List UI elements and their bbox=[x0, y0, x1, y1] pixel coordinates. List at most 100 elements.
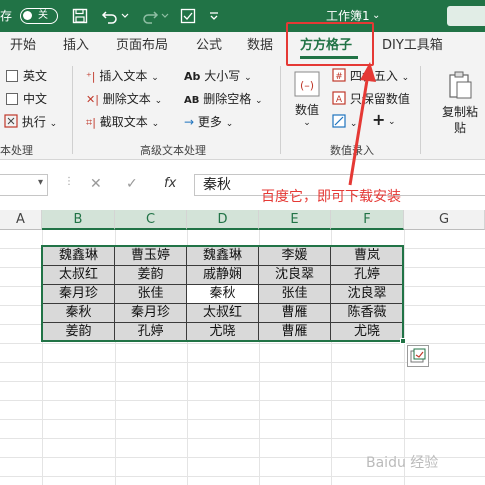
search-box[interactable] bbox=[447, 6, 485, 26]
name-box-dropdown-icon[interactable]: ▾ bbox=[38, 177, 43, 188]
plus-icon[interactable]: + bbox=[372, 112, 385, 128]
active-cell[interactable]: 秦秋 bbox=[187, 285, 259, 304]
execute-label: 执行 bbox=[21, 115, 46, 129]
tab-formulas[interactable]: 公式 bbox=[196, 32, 222, 60]
table-cell[interactable]: 曹岚 bbox=[331, 247, 404, 266]
column-header-e[interactable]: E bbox=[259, 210, 331, 230]
custom-app-icon[interactable] bbox=[178, 6, 198, 26]
case-icon: Ab bbox=[184, 70, 201, 83]
table-cell[interactable]: 沈良翠 bbox=[259, 266, 331, 285]
execute-icon bbox=[4, 114, 18, 128]
table-cell[interactable]: 孔婷 bbox=[331, 266, 404, 285]
table-cell[interactable]: 曹雁 bbox=[259, 323, 331, 342]
svg-text:(–): (–) bbox=[300, 79, 314, 92]
column-header-d[interactable]: D bbox=[187, 210, 259, 230]
tab-page-layout[interactable]: 页面布局 bbox=[116, 32, 168, 60]
execute-dropdown-icon: ⌄ bbox=[49, 119, 58, 129]
insert-text-button[interactable]: ⁺| 插入文本 ⌄ bbox=[86, 68, 159, 86]
name-box[interactable]: ▾ bbox=[0, 174, 48, 196]
round-label: 四舍五入 bbox=[349, 69, 398, 83]
table-cell[interactable]: 张佳 bbox=[115, 285, 187, 304]
column-header-g[interactable]: G bbox=[404, 210, 485, 230]
quick-analysis-button[interactable] bbox=[407, 345, 429, 367]
table-cell[interactable]: 魏鑫琳 bbox=[187, 247, 259, 266]
table-cell[interactable]: 曹雁 bbox=[259, 304, 331, 323]
chinese-checkbox[interactable] bbox=[6, 93, 18, 105]
save-icon[interactable] bbox=[70, 6, 90, 26]
annotation-text: 百度它，即可下载安装 bbox=[261, 189, 401, 205]
table-cell[interactable]: 秦月珍 bbox=[115, 304, 187, 323]
grid-hline bbox=[0, 438, 485, 439]
tab-diy-toolbox[interactable]: DIY工具箱 bbox=[382, 32, 443, 60]
title-bar: 存 关 工作簿1 ⌄ bbox=[0, 0, 485, 32]
numeric-dropdown-icon: ⌄ bbox=[303, 118, 311, 128]
extract-text-icon: ⌗| bbox=[86, 116, 96, 129]
qat-more-icon[interactable] bbox=[204, 6, 224, 26]
table-cell[interactable]: 李媛 bbox=[259, 247, 331, 266]
table-cell[interactable]: 太叔红 bbox=[187, 304, 259, 323]
grid-vline bbox=[404, 230, 405, 485]
column-header-f[interactable]: F bbox=[331, 210, 404, 230]
table-cell[interactable]: 秦秋 bbox=[43, 304, 115, 323]
numeric-icon: (–) bbox=[294, 71, 320, 97]
numeric-button[interactable]: (–) 数值 ⌄ bbox=[290, 70, 324, 134]
insert-text-dropdown-icon: ⌄ bbox=[151, 73, 159, 83]
round-button[interactable]: # 四舍五入 ⌄ bbox=[332, 68, 409, 86]
table-cell[interactable]: 魏鑫琳 bbox=[43, 247, 115, 266]
keep-values-icon: A bbox=[332, 91, 346, 105]
case-dropdown-icon: ⌄ bbox=[244, 73, 252, 83]
delete-text-label: 删除文本 bbox=[102, 92, 151, 106]
confirm-icon[interactable]: ✓ bbox=[126, 176, 138, 192]
undo-dropdown-icon[interactable] bbox=[120, 6, 130, 26]
table-cell[interactable]: 曹玉婷 bbox=[115, 247, 187, 266]
table-cell[interactable]: 姜韵 bbox=[43, 323, 115, 342]
english-label: 英文 bbox=[23, 69, 48, 83]
quick-analysis-icon bbox=[410, 348, 426, 363]
table-cell[interactable]: 姜韵 bbox=[115, 266, 187, 285]
table-cell[interactable]: 太叔红 bbox=[43, 266, 115, 285]
table-cell[interactable]: 张佳 bbox=[259, 285, 331, 304]
column-header-b[interactable]: B bbox=[42, 210, 115, 230]
copy-paste-button[interactable]: 复制粘 贴 bbox=[438, 70, 482, 136]
copy-paste-label-1: 复制粘 bbox=[441, 105, 478, 119]
tab-data[interactable]: 数据 bbox=[247, 32, 273, 60]
extract-text-button[interactable]: ⌗| 截取文本 ⌄ bbox=[86, 114, 159, 132]
more-label: 更多 bbox=[197, 115, 222, 129]
table-cell[interactable]: 尤晓 bbox=[331, 323, 404, 342]
insert-function-icon[interactable]: fx bbox=[164, 176, 176, 191]
tab-insert[interactable]: 插入 bbox=[63, 32, 89, 60]
table-cell[interactable]: 尤晓 bbox=[187, 323, 259, 342]
table-cell[interactable]: 陈香薇 bbox=[331, 304, 404, 323]
column-header-a[interactable]: A bbox=[0, 210, 42, 230]
number-tools-icon bbox=[332, 114, 346, 128]
autosave-toggle[interactable]: 关 bbox=[20, 8, 58, 24]
table-cell[interactable]: 秦月珍 bbox=[43, 285, 115, 304]
grid-hline bbox=[0, 400, 485, 401]
delete-text-button[interactable]: ✕| 删除文本 ⌄ bbox=[86, 91, 162, 109]
plus-dropdown-icon[interactable]: ⌄ bbox=[388, 114, 396, 130]
redo-dropdown-icon[interactable] bbox=[160, 6, 170, 26]
extract-text-label: 截取文本 bbox=[99, 115, 148, 129]
table-cell[interactable]: 孔婷 bbox=[115, 323, 187, 342]
keep-values-button[interactable]: A 只保留数值 bbox=[332, 91, 410, 107]
round-icon: # bbox=[332, 68, 346, 82]
undo-icon[interactable] bbox=[100, 6, 120, 26]
delete-spaces-button[interactable]: AB 删除空格 ⌄ bbox=[184, 91, 263, 109]
table-cell[interactable]: 沈良翠 bbox=[331, 285, 404, 304]
group-label-text-processing: 本处理 bbox=[0, 144, 33, 157]
copy-paste-label-2: 贴 bbox=[453, 121, 466, 135]
cancel-icon[interactable]: ✕ bbox=[90, 176, 102, 192]
tab-home[interactable]: 开始 bbox=[10, 32, 36, 60]
more-button[interactable]: → 更多 ⌄ bbox=[184, 114, 233, 132]
toggle-knob bbox=[23, 11, 32, 20]
case-button[interactable]: Ab 大小写 ⌄ bbox=[184, 68, 252, 86]
table-cell[interactable]: 戚静娴 bbox=[187, 266, 259, 285]
column-header-c[interactable]: C bbox=[115, 210, 187, 230]
grid-hline bbox=[0, 419, 485, 420]
number-tools-button[interactable]: ⌄ bbox=[332, 114, 357, 132]
english-checkbox[interactable] bbox=[6, 70, 18, 82]
fill-handle[interactable] bbox=[400, 338, 406, 344]
keep-values-label: 只保留数值 bbox=[349, 92, 410, 106]
redo-icon[interactable] bbox=[140, 6, 160, 26]
execute-button[interactable]: 执行 ⌄ bbox=[4, 114, 57, 132]
